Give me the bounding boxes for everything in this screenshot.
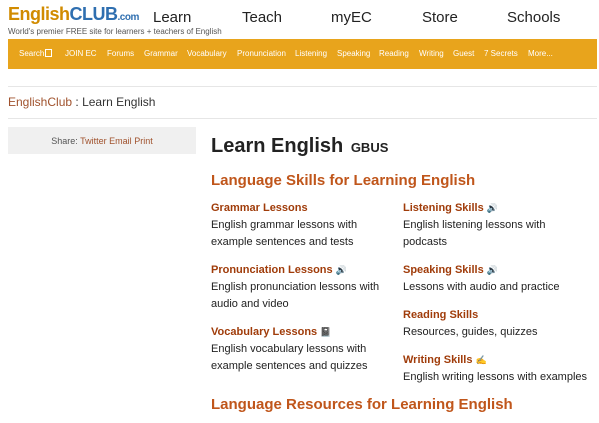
subnav-pronunciation[interactable]: Pronunciation (237, 49, 286, 58)
skill-grammar: Grammar Lessons English grammar lessons … (211, 201, 397, 251)
subnav-search-label: Search (19, 49, 45, 58)
site-tagline: World's premier FREE site for learners +… (8, 27, 222, 36)
divider-bottom (8, 118, 597, 119)
skill-reading-link[interactable]: Reading Skills (403, 308, 589, 322)
subnav-guest[interactable]: Guest (453, 49, 474, 58)
skill-vocabulary-desc-2: example sentences and quizzes (211, 360, 368, 372)
skill-pronunciation: Pronunciation Lessons 🔊 English pronuncia… (211, 263, 397, 313)
breadcrumb-home-link[interactable]: EnglishClub (8, 95, 72, 109)
skill-reading-name: Reading Skills (403, 309, 479, 321)
subnav-grammar[interactable]: Grammar (144, 49, 178, 58)
topnav-schools[interactable]: Schools (507, 9, 560, 26)
logo-club: CLUB (69, 4, 119, 24)
share-box: Share: Twitter Email Print (8, 127, 196, 154)
topnav-myec[interactable]: myEC (331, 9, 372, 26)
share-print-link[interactable]: Print (134, 136, 153, 146)
skill-reading-desc: Resources, guides, quizzes (403, 326, 538, 338)
subnav-speaking[interactable]: Speaking (337, 49, 370, 58)
subnav-forums[interactable]: Forums (107, 49, 134, 58)
skill-speaking-desc: Lessons with audio and practice (403, 281, 560, 293)
speaker-icon: 🔊 (335, 265, 347, 275)
skill-grammar-link[interactable]: Grammar Lessons (211, 201, 397, 215)
skill-speaking-name: Speaking Skills (403, 264, 484, 276)
skill-pronunciation-desc: English pronunciation lessons with audio … (211, 279, 397, 313)
section-heading-skills: Language Skills for Learning English (211, 172, 476, 189)
skill-grammar-name: Grammar Lessons (211, 202, 308, 214)
site-header: EnglishCLUB.com World's premier FREE sit… (0, 0, 599, 38)
breadcrumb-separator: : (72, 95, 83, 109)
skill-grammar-desc: English grammar lessons with example sent… (211, 217, 397, 251)
subnav-bar: Search JOIN EC Forums Grammar Vocabulary… (8, 39, 597, 69)
subnav-join-ec[interactable]: JOIN EC (65, 49, 97, 58)
skill-grammar-desc-1: English grammar lessons with (211, 219, 358, 231)
skill-listening-link[interactable]: Listening Skills 🔊 (403, 201, 589, 215)
skill-listening: Listening Skills 🔊 English listening less… (403, 201, 589, 251)
subnav-listening[interactable]: Listening (295, 49, 327, 58)
share-label: Share: (51, 136, 78, 146)
share-twitter-link[interactable]: Twitter (80, 136, 107, 146)
skill-writing-desc: English writing lessons with examples (403, 371, 588, 383)
skill-writing: Writing Skills ✍ English writing lessons … (403, 353, 589, 386)
skill-listening-desc: English listening lessons with podcasts (403, 217, 589, 251)
skill-speaking: Speaking Skills 🔊 Lessons with audio and … (403, 263, 589, 296)
share-email-link[interactable]: Email (109, 136, 132, 146)
skill-vocabulary-name: Vocabulary Lessons (211, 326, 318, 338)
page-title-text: Learn English (211, 135, 344, 157)
skill-pronunciation-desc-2: audio and video (211, 298, 289, 310)
skill-vocabulary-desc-1: English vocabulary lessons with (211, 343, 367, 355)
skill-pronunciation-link[interactable]: Pronunciation Lessons 🔊 (211, 263, 397, 277)
divider-top (8, 86, 597, 87)
page-title: Learn English GBUS (211, 135, 388, 158)
skill-vocabulary-desc: English vocabulary lessons with example s… (211, 341, 397, 375)
subnav-vocabulary[interactable]: Vocabulary (187, 49, 227, 58)
topnav-store[interactable]: Store (422, 9, 458, 26)
skill-vocabulary: Vocabulary Lessons 📓 English vocabulary l… (211, 325, 397, 375)
skill-pronunciation-name: Pronunciation Lessons (211, 264, 333, 276)
page-title-code: GBUS (350, 140, 389, 155)
subnav-search[interactable]: Search (19, 49, 53, 58)
skill-reading: Reading Skills Resources, guides, quizze… (403, 308, 589, 341)
topnav-learn[interactable]: Learn (153, 9, 191, 26)
skill-writing-link[interactable]: Writing Skills ✍ (403, 353, 589, 367)
subnav-more[interactable]: More... (528, 49, 553, 58)
book-icon: 📓 (320, 327, 332, 337)
speaker-icon: 🔊 (486, 265, 498, 275)
pencil-icon: ✍ (475, 355, 487, 365)
subnav-7-secrets[interactable]: 7 Secrets (484, 49, 518, 58)
skill-grammar-desc-2: example sentences and tests (211, 236, 354, 248)
subnav-reading[interactable]: Reading (379, 49, 409, 58)
skill-speaking-link[interactable]: Speaking Skills 🔊 (403, 263, 589, 277)
skill-writing-name: Writing Skills (403, 354, 473, 366)
skill-listening-desc-2: podcasts (403, 236, 448, 248)
logo-com: .com (117, 12, 140, 23)
skill-pronunciation-desc-1: English pronunciation lessons with (211, 281, 380, 293)
speaker-icon: 🔊 (486, 203, 498, 213)
breadcrumb: EnglishClub : Learn English (8, 95, 155, 109)
topnav-teach[interactable]: Teach (242, 9, 282, 26)
breadcrumb-current: Learn English (82, 95, 156, 109)
skill-vocabulary-link[interactable]: Vocabulary Lessons 📓 (211, 325, 397, 339)
skill-listening-name: Listening Skills (403, 202, 484, 214)
skill-listening-desc-1: English listening lessons with (403, 219, 546, 231)
subnav-writing[interactable]: Writing (419, 49, 444, 58)
search-checkbox-icon (45, 49, 53, 57)
section-heading-resources: Language Resources for Learning English (211, 396, 513, 413)
site-logo[interactable]: EnglishCLUB.com (8, 4, 139, 28)
logo-english: English (8, 4, 70, 24)
